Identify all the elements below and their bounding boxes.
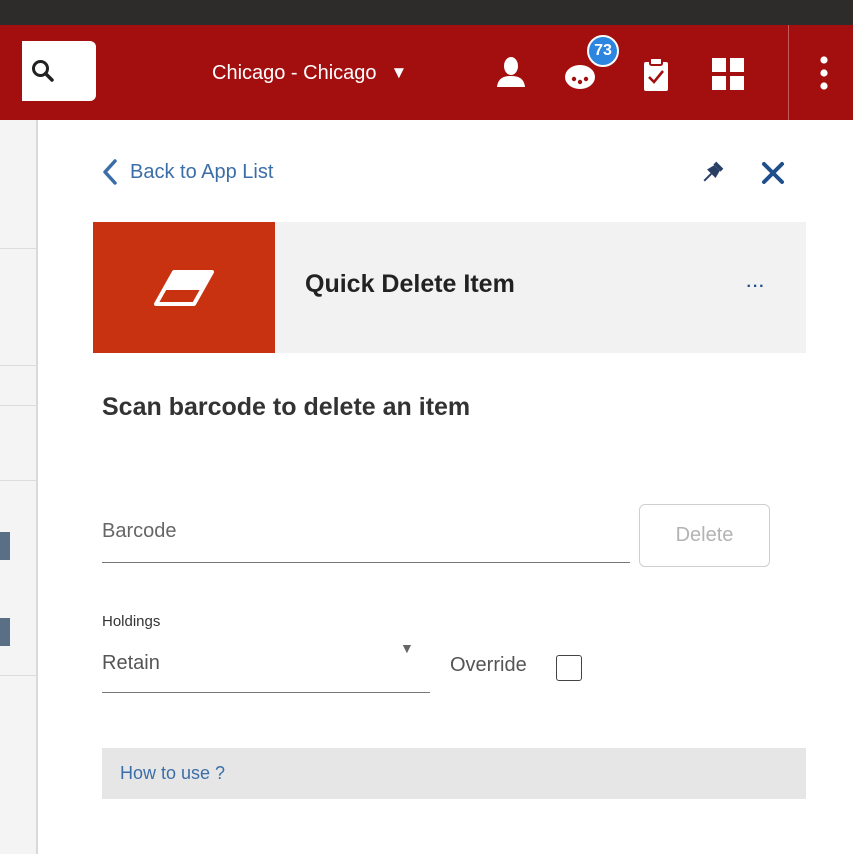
caret-down-icon: ▼ [400,640,414,656]
holdings-select[interactable]: Retain ▼ [102,638,430,693]
app-title: Quick Delete Item [305,270,515,298]
holdings-value: Retain [102,652,160,674]
header-divider [788,25,789,120]
barcode-field[interactable] [102,512,630,563]
browser-top-strip [0,0,853,25]
caret-down-icon: ▼ [390,63,408,82]
override-checkbox[interactable] [556,655,582,681]
divider [0,675,36,676]
eraser-icon [154,269,214,306]
back-to-app-list-link[interactable]: Back to App List [102,155,273,189]
tasks-icon[interactable] [641,57,671,93]
holdings-label: Holdings [102,613,161,630]
help-bar: How to use ? [102,748,806,799]
barcode-input[interactable] [102,512,630,543]
background-page-sliver [0,120,38,854]
delete-button[interactable]: Delete [639,504,770,567]
app-card: Quick Delete Item ··· [93,222,806,353]
how-to-use-link[interactable]: How to use ? [120,763,225,784]
background-block [0,532,10,560]
app-icon-tile [93,222,275,353]
layout-icon[interactable] [711,57,745,91]
divider [0,405,36,406]
more-vertical-icon[interactable] [817,53,831,93]
pin-icon[interactable] [699,160,725,186]
user-icon[interactable] [494,55,528,91]
override-label: Override [450,654,527,676]
divider [0,365,36,366]
back-link-label: Back to App List [130,160,274,183]
divider [0,480,36,481]
location-selector[interactable]: Chicago - Chicago ▼ [212,55,407,91]
close-icon[interactable] [760,160,786,186]
divider [0,248,36,249]
background-block [0,618,10,646]
notification-badge: 73 [587,35,619,67]
location-label: Chicago - Chicago [212,61,377,84]
search-button[interactable] [22,41,96,101]
chevron-left-icon [103,159,117,185]
more-options-button[interactable]: ··· [741,272,771,302]
section-heading: Scan barcode to delete an item [102,393,471,421]
app-header: Chicago - Chicago ▼ 73 [0,25,853,120]
search-icon [32,60,54,82]
